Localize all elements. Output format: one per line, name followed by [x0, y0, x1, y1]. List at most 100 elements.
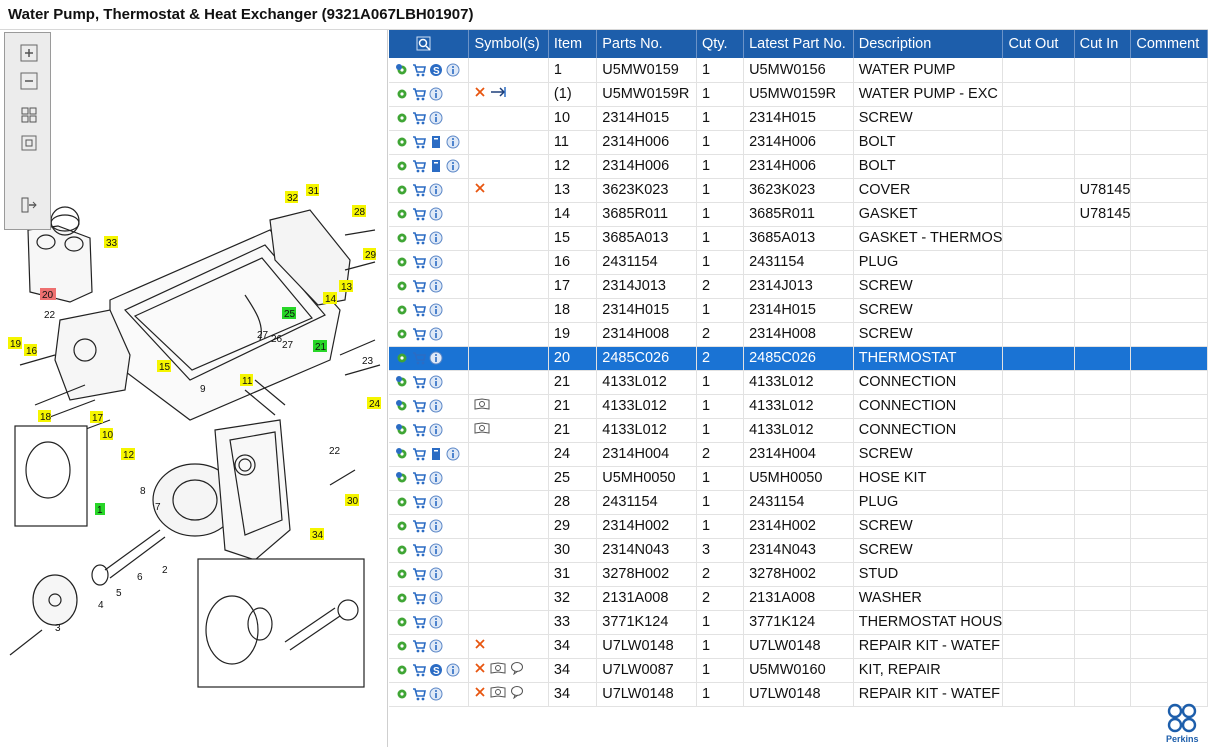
info-icon[interactable]	[429, 567, 443, 581]
table-row[interactable]: 31 3278H002 2 3278H002 STUD	[389, 562, 1208, 587]
table-row[interactable]: 17 2314J013 2 2314J013 SCREW	[389, 274, 1208, 299]
gear-icon[interactable]	[395, 543, 409, 557]
not-interchangeable-icon[interactable]	[474, 686, 486, 702]
info-icon[interactable]	[446, 135, 460, 149]
table-row[interactable]: 28 2431154 1 2431154 PLUG	[389, 490, 1208, 515]
cart-icon[interactable]	[412, 87, 426, 101]
gear-icon[interactable]	[395, 135, 409, 149]
parts-grid[interactable]: Symbol(s) Item Parts No. Qty. Latest Part No…	[389, 30, 1208, 747]
view-book-icon[interactable]	[474, 421, 490, 439]
gears-icon[interactable]	[395, 375, 409, 389]
cart-icon[interactable]	[412, 135, 426, 149]
table-row[interactable]: 21 4133L012 1 4133L012 CONNECTION	[389, 418, 1208, 443]
view-book-icon[interactable]	[490, 685, 506, 703]
table-row[interactable]: S 1 U5MW0159 1 U5MW0156 WATER PUMP	[389, 58, 1208, 83]
column-header[interactable]: Parts No.	[596, 30, 697, 58]
column-header[interactable]: Cut In	[1074, 30, 1132, 58]
info-icon[interactable]	[429, 399, 443, 413]
table-row[interactable]: 21 4133L012 1 4133L012 CONNECTION	[389, 370, 1208, 395]
info-icon[interactable]	[429, 231, 443, 245]
gear-icon[interactable]	[395, 279, 409, 293]
cart-icon[interactable]	[412, 567, 426, 581]
table-row[interactable]: 16 2431154 1 2431154 PLUG	[389, 250, 1208, 275]
gear-icon[interactable]	[395, 303, 409, 317]
table-row[interactable]: S 34 U7LW0087 1 U5MW0160 KIT, REPAIR	[389, 658, 1208, 683]
cart-icon[interactable]	[412, 375, 426, 389]
info-icon[interactable]	[446, 663, 460, 677]
cart-icon[interactable]	[412, 471, 426, 485]
table-row[interactable]: 34 U7LW0148 1 U7LW0148 REPAIR KIT - WATEF	[389, 634, 1208, 659]
table-row[interactable]: 29 2314H002 1 2314H002 SCREW	[389, 514, 1208, 539]
gear-icon[interactable]	[395, 111, 409, 125]
table-row[interactable]: (1) U5MW0159R 1 U5MW0159R WATER PUMP - EXC	[389, 82, 1208, 107]
gear-icon[interactable]	[395, 327, 409, 341]
info-icon[interactable]	[429, 495, 443, 509]
table-row[interactable]: 13 3623K023 1 3623K023 COVER U78145	[389, 178, 1208, 203]
info-icon[interactable]	[446, 447, 460, 461]
info-icon[interactable]	[429, 471, 443, 485]
gears-icon[interactable]	[395, 471, 409, 485]
not-interchangeable-icon[interactable]	[474, 638, 486, 654]
table-row[interactable]: 14 3685R011 1 3685R011 GASKET U78145	[389, 202, 1208, 227]
info-icon[interactable]	[446, 159, 460, 173]
column-header[interactable]: Qty.	[696, 30, 745, 58]
gear-icon[interactable]	[395, 591, 409, 605]
view-book-icon[interactable]	[490, 661, 506, 679]
info-icon[interactable]	[429, 423, 443, 437]
cart-icon[interactable]	[412, 159, 426, 173]
gear-icon[interactable]	[395, 687, 409, 701]
column-header[interactable]: Cut Out	[1002, 30, 1075, 58]
cart-icon[interactable]	[412, 63, 426, 77]
view-book-icon[interactable]	[474, 397, 490, 415]
column-header[interactable]: Comment	[1130, 30, 1208, 58]
info-icon[interactable]	[429, 591, 443, 605]
gear-icon[interactable]	[395, 183, 409, 197]
gears-icon[interactable]	[395, 447, 409, 461]
gear-icon[interactable]	[395, 159, 409, 173]
info-icon[interactable]	[446, 63, 460, 77]
info-icon[interactable]	[429, 183, 443, 197]
info-icon[interactable]	[429, 687, 443, 701]
column-header[interactable]: Symbol(s)	[468, 30, 549, 58]
cart-icon[interactable]	[412, 663, 426, 677]
cart-icon[interactable]	[412, 687, 426, 701]
info-icon[interactable]	[429, 351, 443, 365]
service-icon[interactable]: S	[429, 63, 443, 77]
cart-icon[interactable]	[412, 111, 426, 125]
info-icon[interactable]	[429, 375, 443, 389]
gears-icon[interactable]	[395, 63, 409, 77]
cart-icon[interactable]	[412, 639, 426, 653]
info-icon[interactable]	[429, 615, 443, 629]
cart-icon[interactable]	[412, 495, 426, 509]
table-row[interactable]: 21 4133L012 1 4133L012 CONNECTION	[389, 394, 1208, 419]
cart-icon[interactable]	[412, 327, 426, 341]
table-row[interactable]: 18 2314H015 1 2314H015 SCREW	[389, 298, 1208, 323]
not-interchangeable-icon[interactable]	[474, 86, 486, 102]
cart-icon[interactable]	[412, 423, 426, 437]
info-icon[interactable]	[429, 207, 443, 221]
cart-icon[interactable]	[412, 231, 426, 245]
cart-icon[interactable]	[412, 351, 426, 365]
book-icon[interactable]	[429, 159, 443, 173]
info-icon[interactable]	[429, 327, 443, 341]
table-row[interactable]: 10 2314H015 1 2314H015 SCREW	[389, 106, 1208, 131]
table-row[interactable]: 34 U7LW0148 1 U7LW0148 REPAIR KIT - WATEF	[389, 682, 1208, 707]
table-row[interactable]: 30 2314N043 3 2314N043 SCREW	[389, 538, 1208, 563]
info-icon[interactable]	[429, 111, 443, 125]
column-header[interactable]: Latest Part No.	[743, 30, 854, 58]
cart-icon[interactable]	[412, 279, 426, 293]
table-row[interactable]: 20 2485C026 2 2485C026 THERMOSTAT	[389, 346, 1208, 371]
book-icon[interactable]	[429, 135, 443, 149]
table-row[interactable]: 25 U5MH0050 1 U5MH0050 HOSE KIT	[389, 466, 1208, 491]
table-row[interactable]: 19 2314H008 2 2314H008 SCREW	[389, 322, 1208, 347]
gear-icon[interactable]	[395, 87, 409, 101]
gear-icon[interactable]	[395, 567, 409, 581]
info-icon[interactable]	[429, 303, 443, 317]
book-icon[interactable]	[429, 447, 443, 461]
column-header[interactable]: Description	[853, 30, 1004, 58]
gear-icon[interactable]	[395, 255, 409, 269]
gear-icon[interactable]	[395, 615, 409, 629]
info-icon[interactable]	[429, 87, 443, 101]
table-row[interactable]: 15 3685A013 1 3685A013 GASKET - THERMOS	[389, 226, 1208, 251]
gear-icon[interactable]	[395, 519, 409, 533]
